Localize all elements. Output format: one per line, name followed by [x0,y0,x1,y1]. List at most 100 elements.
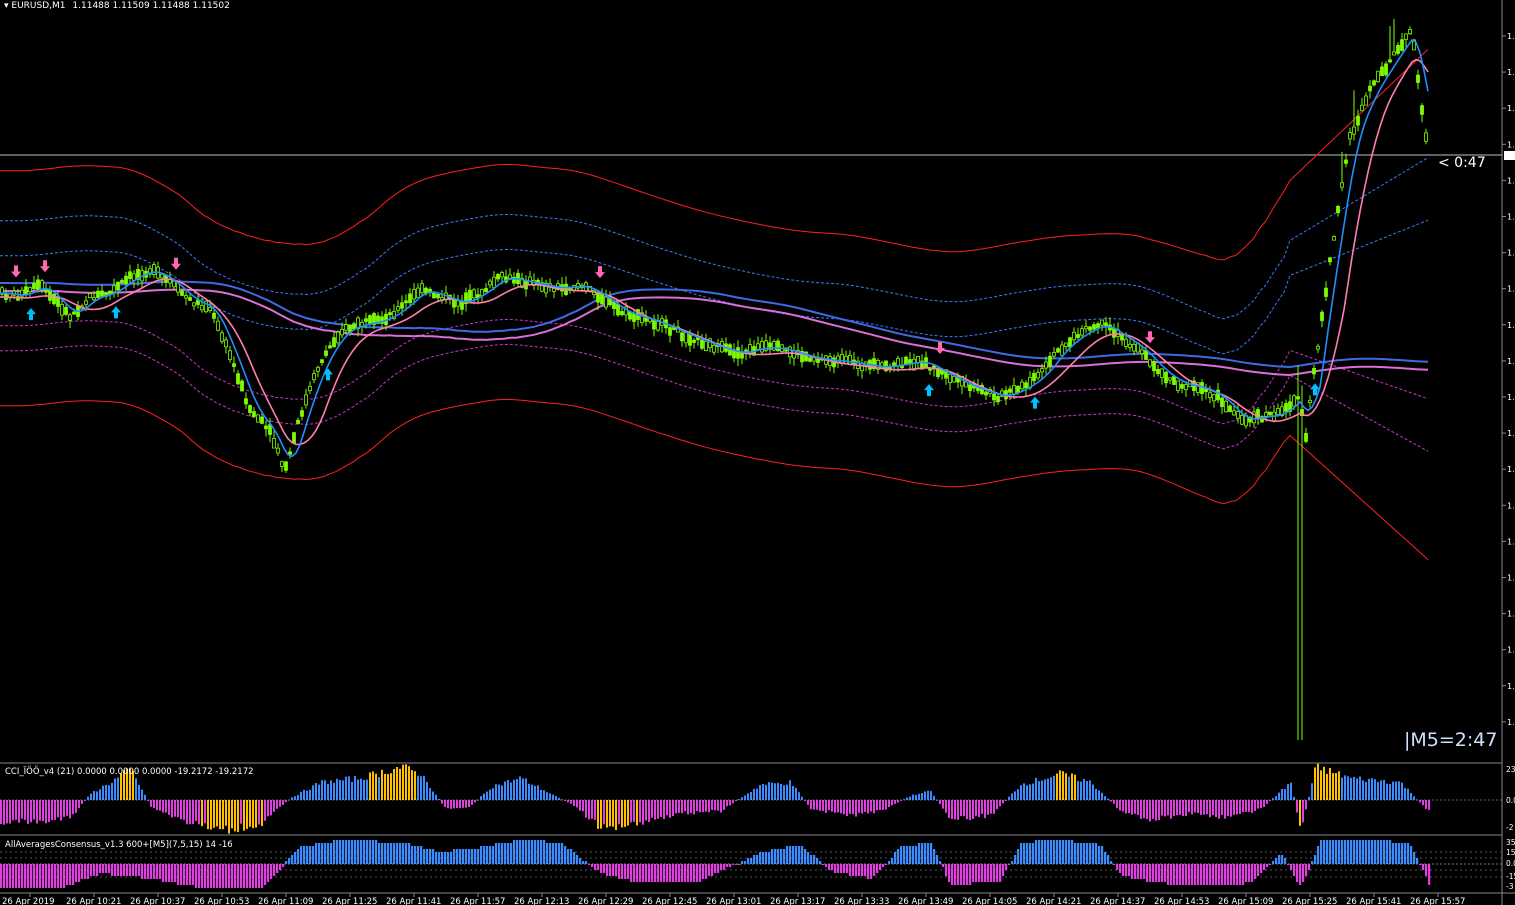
cci-bar [1194,800,1196,813]
cci-bar [456,800,458,808]
cci-bar [207,800,209,830]
candle-body [224,339,228,348]
cci-bar [1356,778,1358,800]
cci-bar [108,785,110,800]
consensus-bar [933,849,936,864]
candle-body [772,341,776,351]
consensus-bar [1338,840,1341,864]
cci-bar [174,800,176,817]
cci-bar [1278,792,1280,800]
cci-bar [546,792,548,800]
consensus-bar [78,864,81,882]
cci-bar [243,800,245,831]
consensus-bar [177,864,180,885]
candle-body [180,290,184,296]
consensus-bar [834,864,837,873]
cci-bar [573,800,575,806]
consensus-bar [846,864,849,873]
candle-body [456,300,460,307]
consensus-bar [36,864,39,888]
cci-bar [234,800,236,832]
candle-body [1240,414,1244,425]
cci-bar [612,800,614,827]
cci-bar [258,800,260,825]
consensus-bar [162,864,165,882]
consensus-bar [963,864,966,885]
cci-bar [342,780,344,800]
cci-bar [1074,774,1076,800]
consensus-bar [1131,864,1134,879]
cci-bar [864,800,866,812]
cci-bar [240,800,242,824]
candle-body [1356,115,1360,126]
candle-body [692,339,696,343]
cci-bar [1212,800,1214,816]
price-tick-label: 1. [1507,610,1515,619]
candle-body [1360,104,1364,112]
cci-bar [1053,775,1055,800]
cci-bar [807,800,809,805]
candle-body [908,359,912,364]
candle-body [1084,326,1088,330]
cci-bar [39,800,41,821]
cci-bar [759,784,761,800]
consensus-bar [414,846,417,864]
price-tick-label: 1. [1507,321,1515,330]
consensus-bar [111,864,114,876]
consensus-bar [1317,846,1320,864]
consensus-bar [81,864,84,879]
cci-bar [15,800,17,820]
cci-bar [180,800,182,820]
consensus-bar [684,864,687,882]
cci-bar [1320,770,1322,800]
candle-body [288,451,292,455]
consensus-bar [903,846,906,864]
consensus-bar [354,840,357,864]
cci-bar [261,800,263,826]
cci-bar [204,800,206,824]
cci-bar [198,800,200,825]
consensus-bar [345,840,348,864]
candle-body [1424,132,1428,142]
cci-bar [1314,767,1316,800]
cci-bar [975,800,977,817]
cci-bar [1062,771,1064,800]
consensus-bar [1080,843,1083,864]
consensus-bar [135,864,138,876]
cci-bar [489,789,491,800]
cci-bar [858,800,860,813]
cci-bar [318,784,320,800]
consensus-bar [612,864,615,876]
candle-body [1348,132,1352,140]
cci-bar [1065,773,1067,800]
cci-bar [450,800,452,809]
cci-bar [1323,766,1325,800]
consensus-bar [195,864,198,888]
consensus-bar [330,843,333,864]
long-moving-averages [0,280,1429,377]
cci-bar [105,785,107,800]
cci-bar [564,800,566,801]
cci-bar [1146,800,1148,820]
consensus-bar [693,864,696,882]
dropdown-icon[interactable]: ▾ [4,1,9,11]
sell-arrow-icon [1145,331,1155,344]
cci-bar [966,800,968,820]
consensus-bar [15,864,18,888]
consensus-bar [237,864,240,888]
consensus-bar [468,849,471,864]
cci-bar [828,800,830,811]
consensus-bar [942,864,945,867]
cci-bar [345,776,347,800]
time-tick-label: 26 Apr 15:09 [1218,897,1273,905]
cci-bar [231,800,233,829]
consensus-bar [597,864,600,870]
consensus-bar [456,849,459,864]
cci-bar [222,800,224,830]
cci-bar [798,792,800,800]
candle-body [236,373,240,385]
candle-body [668,327,672,336]
consensus-bar [567,849,570,864]
candle-body [388,312,392,316]
candle-body [1036,372,1040,379]
